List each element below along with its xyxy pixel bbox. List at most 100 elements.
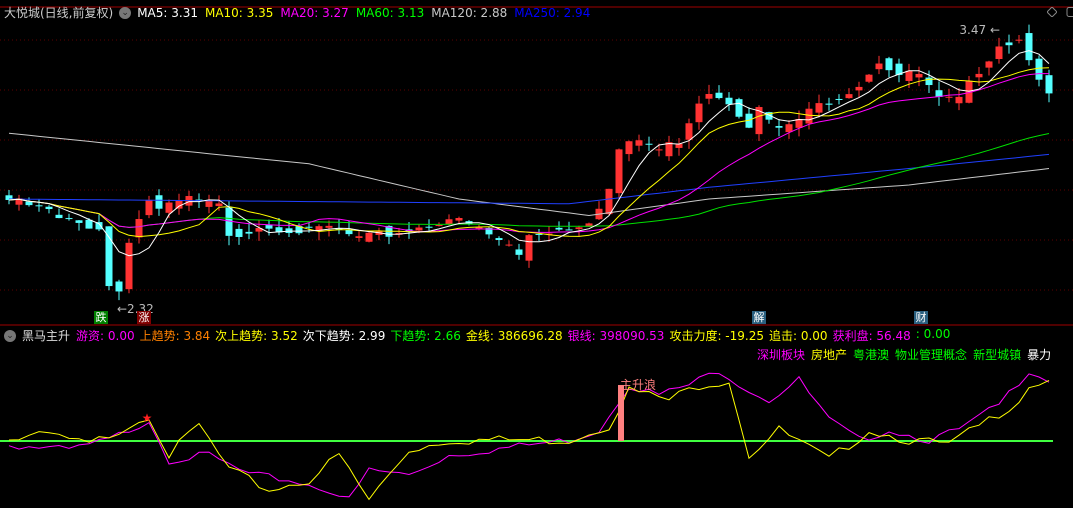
- candle-down: [885, 58, 893, 71]
- candle-down: [775, 126, 783, 128]
- indicator-legend-item: 游资: 0.00: [76, 329, 135, 343]
- ma-legend-item: MA60: 3.13: [355, 5, 425, 20]
- candle-down: [1005, 42, 1013, 46]
- chevron-down-icon[interactable]: ⌄: [4, 329, 16, 342]
- candle-down: [555, 227, 563, 230]
- window-icon[interactable]: [1066, 7, 1073, 17]
- indicator-legend-item: 银线: 398090.53: [567, 329, 665, 343]
- main-wave-bar: [618, 385, 624, 441]
- candle-up: [865, 74, 873, 82]
- candle-down: [105, 226, 113, 287]
- candle-down: [65, 218, 73, 220]
- concept-tag: 新型城镇: [973, 348, 1022, 362]
- candle-up: [785, 124, 793, 133]
- ma60-line: [8, 133, 1050, 228]
- candle-up: [455, 218, 463, 221]
- chevron-down-icon[interactable]: ⌄: [119, 6, 132, 19]
- candle-up: [575, 227, 583, 230]
- concept-tag: 深圳板块: [757, 348, 806, 362]
- candle-up: [505, 244, 513, 246]
- marker-unlock: 解: [752, 311, 766, 324]
- candle-up: [705, 94, 713, 99]
- ma250-line: [8, 153, 1050, 205]
- candle-up: [805, 108, 813, 124]
- ma-legend-item: MA120: 2.88: [431, 5, 508, 20]
- ma-legend-item: MA10: 3.35: [204, 5, 274, 20]
- ma10-line: [8, 67, 1050, 238]
- candle-up: [875, 63, 883, 70]
- candle-down: [35, 205, 43, 207]
- candle-up: [855, 86, 863, 91]
- ma5-line: [8, 50, 1050, 257]
- indicator-legend-item: 获利盘: 56.48: [832, 329, 911, 343]
- candle-up: [655, 149, 663, 151]
- indicator-legend-item: 上趋势: 3.84: [139, 329, 211, 343]
- candle-up: [905, 70, 913, 81]
- candle-down: [1045, 75, 1053, 94]
- indicator-legend: ⌄ 黑马主升 游资: 0.00 上趋势: 3.84 次上趋势: 3.52 次下趋势: …: [4, 327, 950, 344]
- marker-rise: 涨: [137, 311, 151, 324]
- gold-line: [8, 379, 1050, 501]
- candle-down: [1025, 33, 1033, 61]
- main-wave-label: 主升浪: [620, 377, 656, 392]
- candle-up: [845, 94, 853, 99]
- chart-title: 大悦城(日线,前复权): [4, 6, 114, 20]
- indicator-legend-item: 金线: 386696.28: [465, 329, 563, 343]
- chart-canvas[interactable]: 3.47 ←←2.32主升浪★: [0, 0, 1073, 508]
- marker-fall: 跌: [94, 311, 108, 324]
- silver-line: [8, 372, 1050, 498]
- candle-down: [265, 225, 273, 229]
- diamond-icon[interactable]: [1047, 7, 1057, 17]
- candle-down: [155, 195, 163, 209]
- candle-up: [615, 149, 623, 194]
- candle-up: [355, 236, 363, 238]
- candle-down: [735, 99, 743, 117]
- concept-tag: 暴力: [1027, 348, 1052, 362]
- candle-up: [975, 73, 983, 78]
- candle-up: [635, 140, 643, 146]
- ma-legend-item: MA20: 3.27: [280, 5, 349, 20]
- candle-down: [305, 226, 313, 228]
- candle-down: [565, 229, 573, 231]
- indicator-name: 黑马主升: [22, 329, 71, 343]
- candle-up: [815, 103, 823, 113]
- candle-up: [1015, 39, 1023, 41]
- ma20-line: [8, 73, 1049, 233]
- concept-tags: 深圳板块 房地产 粤港澳 物业管理概念 新型城镇 暴力: [757, 346, 1057, 363]
- concept-tag: 房地产: [811, 348, 848, 362]
- candle-up: [985, 61, 993, 68]
- candle-up: [955, 96, 963, 104]
- candle-up: [125, 242, 133, 290]
- candle-down: [535, 233, 543, 235]
- candle-down: [425, 226, 433, 228]
- candle-up: [915, 73, 923, 78]
- candle-down: [85, 219, 93, 229]
- ma-legend-item: MA5: 3.31: [137, 5, 198, 20]
- indicator-legend-item: 攻击力度: -19.25: [669, 329, 764, 343]
- candle-down: [235, 228, 243, 237]
- indicator-legend-item: 次下趋势: 2.99: [302, 329, 386, 343]
- indicator-legend-item: 追击: 0.00: [768, 329, 828, 343]
- candle-up: [365, 232, 373, 242]
- ma-legend-item: MA250: 2.94: [514, 5, 591, 20]
- candle-up: [325, 225, 333, 228]
- candle-up: [945, 96, 953, 98]
- candle-down: [495, 238, 503, 240]
- candle-down: [835, 98, 843, 100]
- candle-up: [625, 141, 633, 155]
- high-price-label: 3.47 ←: [959, 23, 1000, 37]
- candle-up: [995, 46, 1003, 60]
- candle-down: [45, 206, 53, 210]
- indicator-legend-item: 次上趋势: 3.52: [215, 329, 298, 343]
- candle-down: [1035, 58, 1043, 80]
- candle-down: [55, 214, 63, 219]
- candle-up: [695, 103, 703, 123]
- candle-down: [715, 92, 723, 99]
- indicator-legend-item: 下趋势: 2.66: [390, 329, 461, 343]
- candle-down: [725, 97, 733, 105]
- main-legend: 大悦城(日线,前复权) ⌄ MA5: 3.31 MA10: 3.35 MA20: 3…: [4, 4, 590, 21]
- indicator-legend-item: : 0.00: [915, 327, 951, 341]
- candle-up: [435, 225, 443, 227]
- candle-down: [515, 249, 523, 255]
- candle-up: [685, 123, 693, 140]
